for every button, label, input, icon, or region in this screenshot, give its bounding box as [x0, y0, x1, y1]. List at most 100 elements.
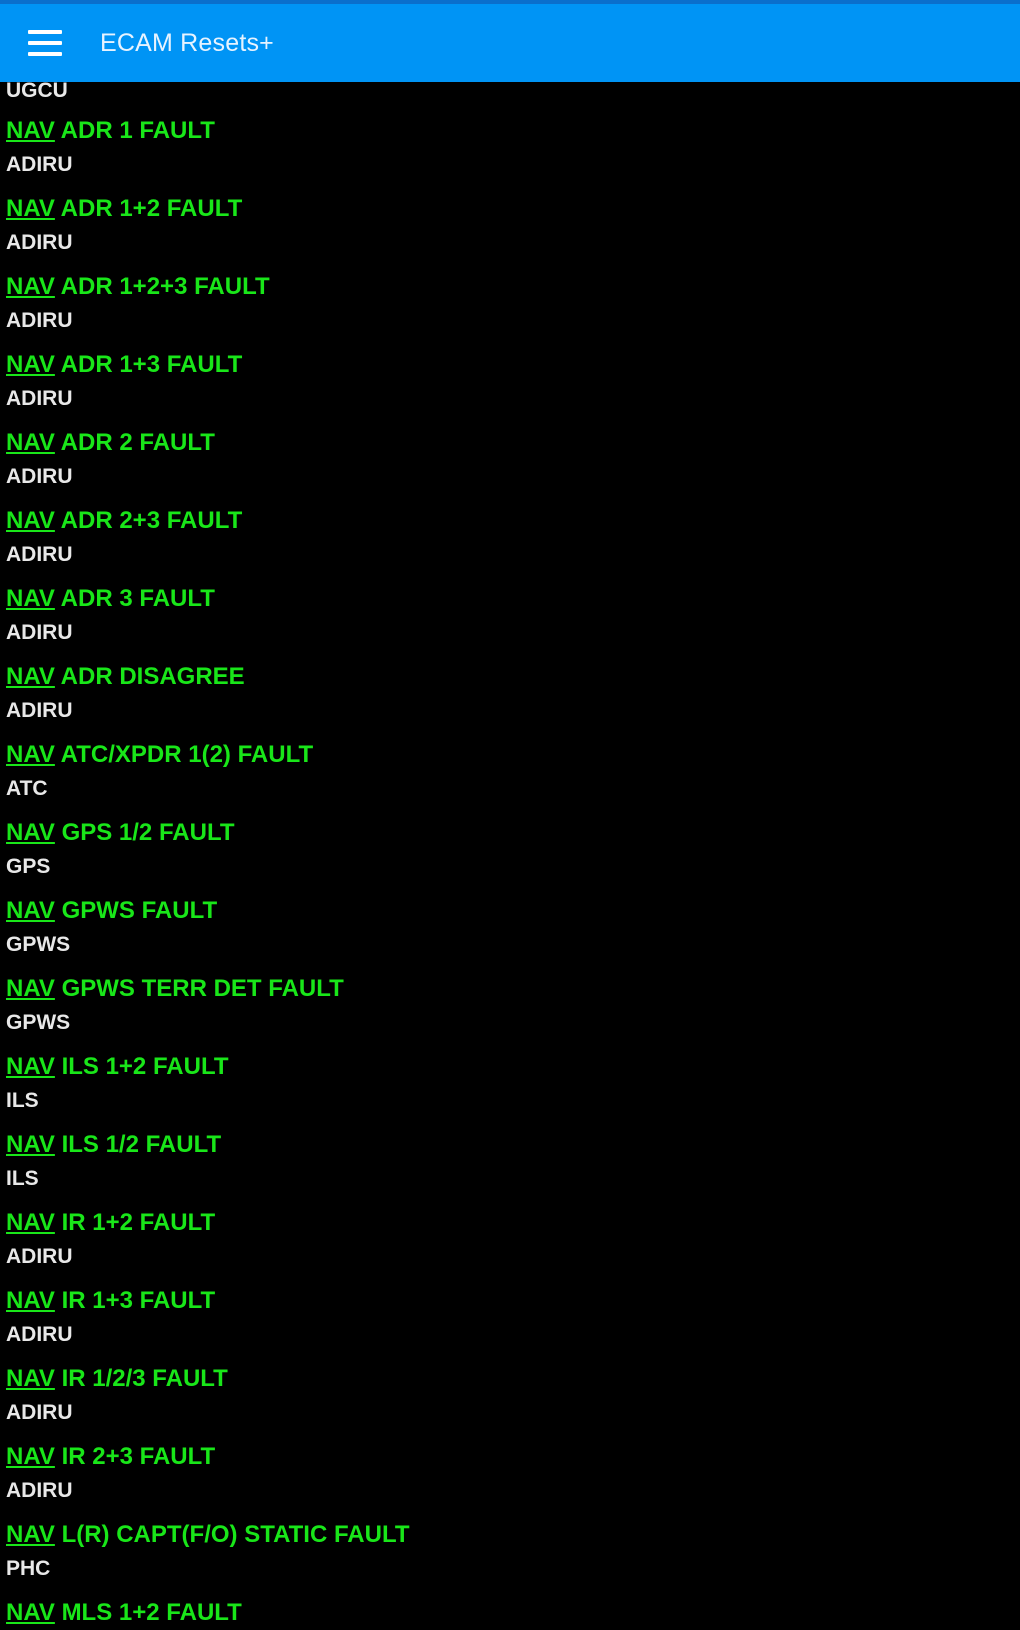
- list-item-subtitle: ADIRU: [6, 1245, 73, 1268]
- list-item-category: NAV: [6, 1521, 55, 1548]
- list-item-subtitle: ILS: [6, 1167, 39, 1190]
- list-item-category: NAV: [6, 741, 55, 768]
- list-item[interactable]: NAV ADR 3 FAULT ADIRU: [0, 584, 1020, 662]
- list-item-name: ADR 2+3 FAULT: [60, 507, 243, 534]
- list-item-subtitle: ADIRU: [6, 1323, 73, 1346]
- list-item-title: NAV ADR 1+2 FAULT: [6, 194, 1020, 224]
- list-item-name: GPWS TERR DET FAULT: [61, 975, 344, 1002]
- list-item-title: NAV ADR DISAGREE: [6, 662, 1020, 692]
- list-item-title: NAV ADR 1+2+3 FAULT: [6, 272, 1020, 302]
- list-item[interactable]: NAV ADR 1+2 FAULT ADIRU: [0, 194, 1020, 272]
- list-item[interactable]: NAV ADR 1 FAULT ADIRU: [0, 116, 1020, 194]
- list-item-subtitle: GPWS: [6, 1011, 71, 1034]
- list-item[interactable]: NAV IR 1+3 FAULT ADIRU: [0, 1286, 1020, 1364]
- hamburger-menu-icon: [28, 30, 62, 56]
- list-item-subtitle: GPWS: [6, 933, 71, 956]
- list-item-name: MLS 1+2 FAULT: [61, 1599, 242, 1626]
- list-item-category: NAV: [6, 429, 55, 456]
- list-item-subtitle: GPS: [6, 855, 51, 878]
- list-item[interactable]: NAV ATC/XPDR 1(2) FAULT ATC: [0, 740, 1020, 818]
- list-item-category: NAV: [6, 1365, 55, 1392]
- list-item-subtitle: ATC: [6, 777, 48, 800]
- list-item-name: ADR 2 FAULT: [60, 429, 215, 456]
- list-item[interactable]: NAV IR 1/2/3 FAULT ADIRU: [0, 1364, 1020, 1442]
- list-item[interactable]: NAV GPWS FAULT GPWS: [0, 896, 1020, 974]
- list-item-name: ADR 1+3 FAULT: [60, 351, 243, 378]
- list-item-name: IR 1+3 FAULT: [61, 1287, 216, 1314]
- list-item[interactable]: NAV MLS 1+2 FAULT: [0, 1598, 1020, 1630]
- list-item-name: IR 1/2/3 FAULT: [61, 1365, 228, 1392]
- list-item[interactable]: NAV ADR 1+3 FAULT ADIRU: [0, 350, 1020, 428]
- app-title: ECAM Resets+: [100, 28, 274, 57]
- list-item-name: ADR 3 FAULT: [60, 585, 215, 612]
- list-item-title: NAV ADR 1 FAULT: [6, 116, 1020, 146]
- list-item-category: NAV: [6, 507, 55, 534]
- list-item-subtitle: ADIRU: [6, 309, 73, 332]
- list-item[interactable]: NAV GPWS TERR DET FAULT GPWS: [0, 974, 1020, 1052]
- list-item-name: GPS 1/2 FAULT: [61, 819, 235, 846]
- app-toolbar: ECAM Resets+: [0, 0, 1020, 82]
- list-item[interactable]: NAV L(R) CAPT(F/O) STATIC FAULT PHC: [0, 1520, 1020, 1598]
- list-item-title: NAV ATC/XPDR 1(2) FAULT: [6, 740, 1020, 770]
- list-item-category: NAV: [6, 1599, 55, 1626]
- list-item-name: ILS 1/2 FAULT: [61, 1131, 222, 1158]
- list-item[interactable]: NAV ADR 2+3 FAULT ADIRU: [0, 506, 1020, 584]
- list-item-category: NAV: [6, 351, 55, 378]
- list-item-name: IR 2+3 FAULT: [61, 1443, 216, 1470]
- list-item-title: NAV IR 2+3 FAULT: [6, 1442, 1020, 1472]
- list-item[interactable]: NAV IR 1+2 FAULT ADIRU: [0, 1208, 1020, 1286]
- list-item-category: NAV: [6, 819, 55, 846]
- list-item-title: NAV IR 1+3 FAULT: [6, 1286, 1020, 1316]
- list-item-category: NAV: [6, 975, 55, 1002]
- list-item-title: NAV ILS 1+2 FAULT: [6, 1052, 1020, 1082]
- list-item-title: NAV ADR 3 FAULT: [6, 584, 1020, 614]
- list-item[interactable]: NAV ADR DISAGREE ADIRU: [0, 662, 1020, 740]
- list-item-subtitle: ADIRU: [6, 699, 73, 722]
- list-item-title: NAV MLS 1+2 FAULT: [6, 1598, 1020, 1628]
- list-item[interactable]: NAV GPS 1/2 FAULT GPS: [0, 818, 1020, 896]
- list-item-name: IR 1+2 FAULT: [61, 1209, 216, 1236]
- list-item-category: NAV: [6, 117, 55, 144]
- list-item-subtitle: PHC: [6, 1557, 51, 1580]
- list-item-subtitle: ADIRU: [6, 543, 73, 566]
- list-item-name: L(R) CAPT(F/O) STATIC FAULT: [61, 1521, 410, 1548]
- list-items: NAV ADR 1 FAULT ADIRU NAV ADR 1+2 FAULT ADI…: [0, 116, 1020, 1630]
- list-item-subtitle: ADIRU: [6, 387, 73, 410]
- list-item[interactable]: NAV ADR 1+2+3 FAULT ADIRU: [0, 272, 1020, 350]
- list-item-category: NAV: [6, 897, 55, 924]
- list-item-category: NAV: [6, 663, 55, 690]
- list-item-name: ADR 1+2+3 FAULT: [60, 273, 270, 300]
- list-item-subtitle: ADIRU: [6, 621, 73, 644]
- list-item-category: NAV: [6, 585, 55, 612]
- menu-button[interactable]: [0, 4, 90, 82]
- list-item-title: NAV GPWS TERR DET FAULT: [6, 974, 1020, 1004]
- list-item[interactable]: NAV ADR 2 FAULT ADIRU: [0, 428, 1020, 506]
- list-item-subtitle: ADIRU: [6, 1401, 73, 1424]
- list-item-category: NAV: [6, 195, 55, 222]
- list-item-category: NAV: [6, 1131, 55, 1158]
- list-item-title: NAV IR 1+2 FAULT: [6, 1208, 1020, 1238]
- list-item-subtitle: ADIRU: [6, 231, 73, 254]
- list-item-name: ILS 1+2 FAULT: [61, 1053, 229, 1080]
- list-item[interactable]: NAV ILS 1+2 FAULT ILS: [0, 1052, 1020, 1130]
- list-item-title: NAV GPWS FAULT: [6, 896, 1020, 926]
- list-item-subtitle: ADIRU: [6, 153, 73, 176]
- list-item-title: NAV IR 1/2/3 FAULT: [6, 1364, 1020, 1394]
- reset-list[interactable]: UGCU NAV ADR 1 FAULT ADIRU NAV ADR 1+2 FAU…: [0, 82, 1020, 1630]
- list-item-title: NAV ADR 2+3 FAULT: [6, 506, 1020, 536]
- list-item-category: NAV: [6, 273, 55, 300]
- list-item-title: NAV GPS 1/2 FAULT: [6, 818, 1020, 848]
- list-item-category: NAV: [6, 1443, 55, 1470]
- list-item-name: ADR DISAGREE: [60, 663, 245, 690]
- list-item-title: NAV ADR 1+3 FAULT: [6, 350, 1020, 380]
- list-item-subtitle: ADIRU: [6, 465, 73, 488]
- list-item[interactable]: NAV ILS 1/2 FAULT ILS: [0, 1130, 1020, 1208]
- list-item-title: NAV L(R) CAPT(F/O) STATIC FAULT: [6, 1520, 1020, 1550]
- list-item-category: NAV: [6, 1209, 55, 1236]
- list-item[interactable]: NAV IR 2+3 FAULT ADIRU: [0, 1442, 1020, 1520]
- list-item-name: ADR 1+2 FAULT: [60, 195, 243, 222]
- list-item-title: NAV ILS 1/2 FAULT: [6, 1130, 1020, 1160]
- list-item-category: NAV: [6, 1287, 55, 1314]
- list-item-subtitle: ILS: [6, 1089, 39, 1112]
- list-item-name: ADR 1 FAULT: [60, 117, 215, 144]
